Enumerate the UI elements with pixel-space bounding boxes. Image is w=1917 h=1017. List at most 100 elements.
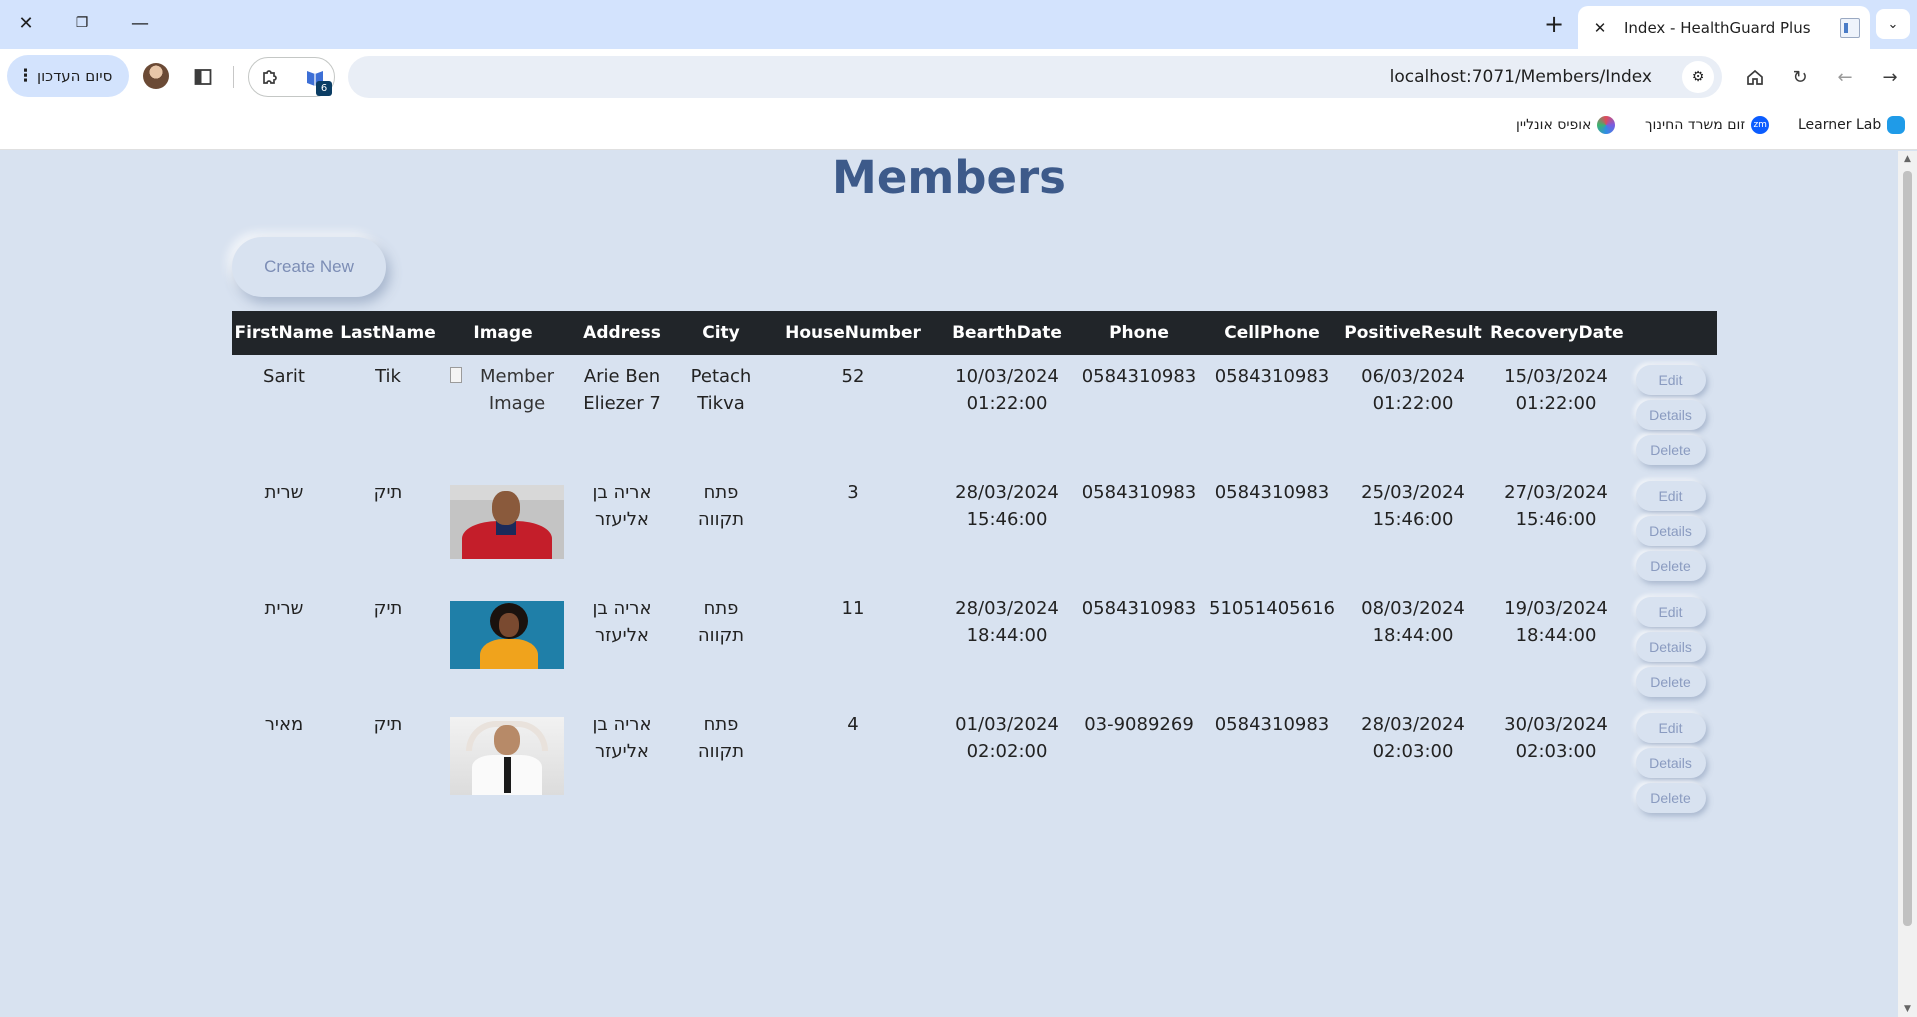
first-name-cell: שרית [264, 482, 304, 503]
recovery-date-cell: 30/03/2024 02:03:00 [1488, 703, 1624, 819]
page-title: Members [832, 151, 1066, 204]
delete-button[interactable]: Delete [1635, 667, 1706, 697]
address-cell: Arie Ben Eliezer 7 [583, 366, 661, 414]
time-text: 01:22:00 [1515, 393, 1597, 414]
url-text[interactable]: localhost:7071/Members/Index [1390, 67, 1652, 87]
positive-result-cell: 25/03/2024 15:46:00 [1338, 471, 1488, 587]
image-cell [440, 703, 566, 819]
details-button[interactable]: Details [1635, 516, 1706, 546]
create-new-button[interactable]: Create New [232, 237, 386, 297]
edit-button[interactable]: Edit [1635, 365, 1706, 395]
column-header: LastName [336, 311, 440, 355]
window-restore-icon[interactable]: ❐ [64, 8, 100, 38]
column-header: BearthDate [942, 311, 1072, 355]
profile-label: סיום העדכון [37, 67, 113, 85]
positive-result-cell: 28/03/2024 02:03:00 [1338, 703, 1488, 819]
date-text: 25/03/2024 [1361, 482, 1465, 503]
time-text: 02:02:00 [966, 741, 1048, 762]
tab-close-icon[interactable]: ✕ [1588, 19, 1612, 37]
city-cell: פתח תקווה [697, 598, 745, 646]
profile-avatar[interactable] [143, 63, 169, 89]
bookmark-learner-lab[interactable]: Learner Lab [1798, 116, 1906, 134]
house-number-cell: 3 [847, 482, 859, 503]
broken-image-icon [450, 367, 463, 383]
first-name-cell: שרית [264, 598, 304, 619]
details-button[interactable]: Details [1635, 632, 1706, 662]
actions-cell: Edit Details Delete [1624, 471, 1717, 587]
home-icon[interactable] [1738, 60, 1772, 94]
birth-date-cell: 28/03/2024 18:44:00 [942, 587, 1072, 703]
date-text: 28/03/2024 [1361, 714, 1465, 735]
birth-date-cell: 01/03/2024 02:02:00 [942, 703, 1072, 819]
time-text: 02:03:00 [1372, 741, 1454, 762]
browser-tab[interactable]: ✕ Index - HealthGuard Plus [1578, 6, 1870, 49]
bookmark-label: זום משרד החינוך [1645, 117, 1746, 133]
bookmark-label: Learner Lab [1798, 117, 1882, 133]
window-minimize-icon[interactable]: — [122, 8, 158, 38]
delete-button[interactable]: Delete [1635, 435, 1706, 465]
date-text: 28/03/2024 [955, 598, 1059, 619]
city-cell: Petach Tikva [690, 366, 752, 414]
back-arrow-icon[interactable]: → [1873, 60, 1907, 94]
date-text: 15/03/2024 [1504, 366, 1608, 387]
address-cell: אריה בן אליעזר [592, 482, 652, 530]
tab-strip: ✕ ❐ — + ✕ Index - HealthGuard Plus ⌄ [0, 0, 1917, 49]
cell-phone-cell: 0584310983 [1214, 714, 1330, 735]
column-header: Address [566, 311, 678, 355]
positive-result-cell: 08/03/2024 18:44:00 [1338, 587, 1488, 703]
page-scrollbar[interactable]: ▲ ▼ [1898, 151, 1917, 1017]
side-panel-icon[interactable] [186, 60, 220, 94]
house-number-cell: 11 [841, 598, 865, 619]
date-text: 30/03/2024 [1504, 714, 1608, 735]
positive-result-cell: 06/03/2024 01:22:00 [1338, 355, 1488, 471]
image-cell [440, 471, 566, 587]
time-text: 02:03:00 [1515, 741, 1597, 762]
house-number-cell: 4 [847, 714, 859, 735]
table-row: Sarit Tik Member Image Arie Ben Eliezer … [232, 355, 1717, 471]
scroll-down-icon[interactable]: ▼ [1902, 1004, 1913, 1014]
address-bar[interactable]: localhost:7071/Members/Index ⚙ [348, 56, 1722, 98]
bookmark-label: אופיס אונליין [1516, 117, 1592, 133]
toolbar-separator [233, 66, 234, 88]
edit-button[interactable]: Edit [1635, 597, 1706, 627]
column-header: FirstName [232, 311, 336, 355]
actions-cell: Edit Details Delete [1624, 355, 1717, 471]
phone-cell: 0584310983 [1081, 598, 1197, 619]
column-header: HouseNumber [764, 311, 942, 355]
table-row: שרית תיק אריה בן אליעזר פתח תקווה 3 28/0… [232, 471, 1717, 587]
delete-button[interactable]: Delete [1635, 551, 1706, 581]
delete-button[interactable]: Delete [1635, 783, 1706, 813]
new-tab-icon[interactable]: + [1540, 10, 1568, 38]
tab-title: Index - HealthGuard Plus [1624, 18, 1811, 37]
profile-menu-button[interactable]: ⋮ סיום העדכון [7, 55, 129, 97]
extensions-puzzle-icon[interactable] [253, 60, 287, 94]
bookmark-zoom[interactable]: zm זום משרד החינוך [1645, 116, 1770, 134]
site-settings-icon[interactable]: ⚙ [1682, 61, 1714, 93]
column-header: CellPhone [1206, 311, 1338, 355]
edit-button[interactable]: Edit [1635, 481, 1706, 511]
date-text: 01/03/2024 [955, 714, 1059, 735]
window-close-icon[interactable]: ✕ [8, 8, 44, 38]
details-button[interactable]: Details [1635, 400, 1706, 430]
phone-cell: 0584310983 [1081, 482, 1197, 503]
city-cell: פתח תקווה [697, 714, 745, 762]
time-text: 01:22:00 [966, 393, 1048, 414]
column-header: PositiveResult [1338, 311, 1488, 355]
cell-phone-cell: 51051405616 [1209, 598, 1335, 619]
time-text: 15:46:00 [966, 509, 1048, 530]
scroll-up-icon[interactable]: ▲ [1902, 154, 1913, 164]
first-name-cell: מאיר [264, 714, 304, 735]
time-text: 18:44:00 [1515, 625, 1597, 646]
time-text: 15:46:00 [1372, 509, 1454, 530]
reload-icon[interactable]: ↻ [1783, 60, 1817, 94]
table-row: שרית תיק אריה בן אליעזר פתח תקווה 11 28/… [232, 587, 1717, 703]
tab-search-chevron-icon[interactable]: ⌄ [1876, 9, 1910, 39]
details-button[interactable]: Details [1635, 748, 1706, 778]
members-table: FirstName LastName Image Address City Ho… [232, 311, 1717, 819]
member-photo [450, 717, 564, 795]
edit-button[interactable]: Edit [1635, 713, 1706, 743]
bookmark-office[interactable]: אופיס אונליין [1516, 116, 1616, 134]
forward-arrow-icon[interactable]: ← [1828, 60, 1862, 94]
member-photo [450, 485, 564, 559]
scrollbar-thumb[interactable] [1903, 171, 1912, 926]
